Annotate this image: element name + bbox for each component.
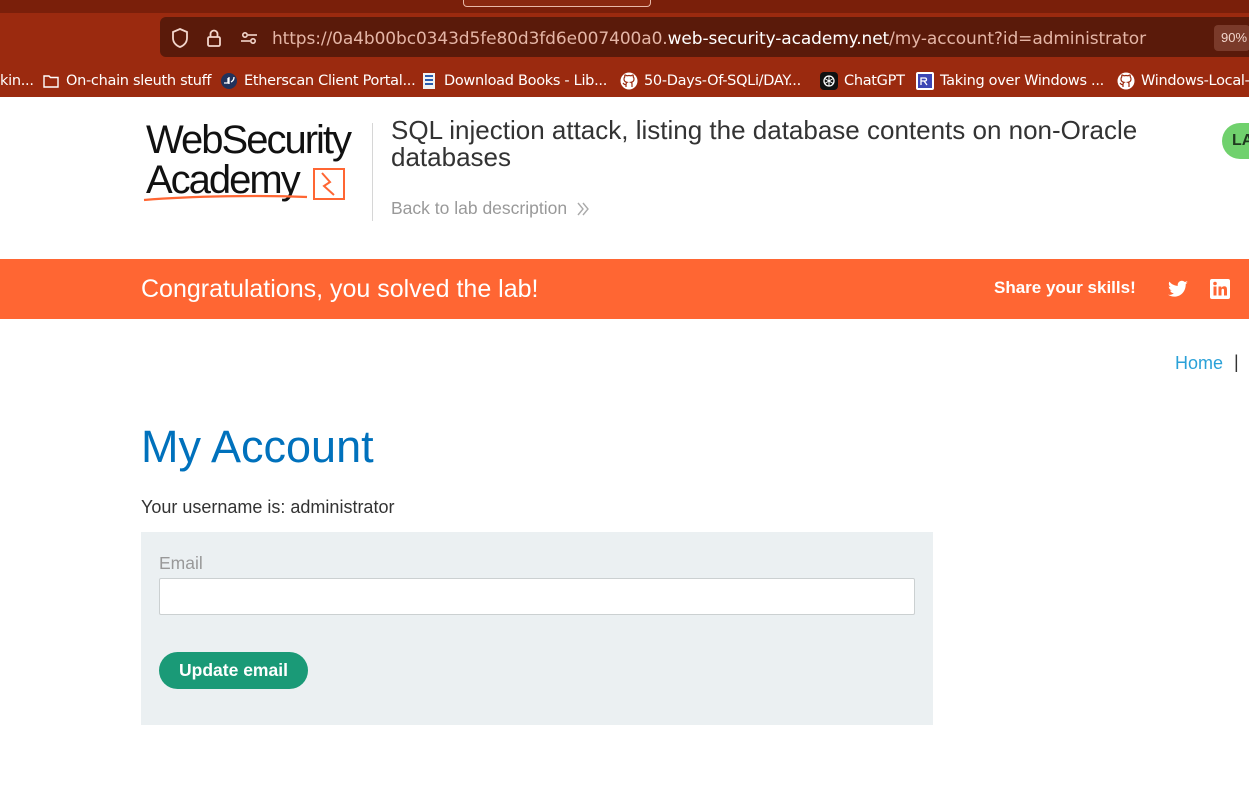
library-icon — [423, 73, 435, 89]
back-to-lab-link[interactable]: Back to lab description — [391, 198, 590, 219]
url-prefix: https://0a4b00bc0343d5fe80d3fd6e007400a0… — [272, 29, 668, 49]
solved-message: Congratulations, you solved the lab! — [141, 275, 539, 303]
email-label: Email — [159, 553, 203, 573]
share-label: Share your skills! — [994, 278, 1136, 297]
address-bar[interactable]: https://0a4b00bc0343d5fe80d3fd6e007400a0… — [160, 17, 1249, 57]
header-divider — [372, 123, 373, 221]
browser-toolbar: https://0a4b00bc0343d5fe80d3fd6e007400a0… — [0, 13, 1249, 65]
bookmark-item[interactable]: kin... — [0, 71, 34, 91]
twitter-icon[interactable] — [1166, 277, 1190, 301]
double-chevron-right-icon — [577, 202, 589, 215]
active-tab[interactable] — [463, 0, 651, 7]
nav-home-link[interactable]: Home — [1175, 353, 1223, 374]
bookmark-item[interactable]: Download Books - Lib... — [420, 71, 607, 91]
back-link-label: Back to lab description — [391, 198, 568, 218]
username-text: Your username is: administrator — [141, 497, 395, 517]
github-icon — [1117, 72, 1135, 90]
bookmark-item[interactable]: Etherscan Client Portal... — [220, 71, 416, 91]
bookmark-item[interactable]: Taking over Windows ... — [916, 71, 1104, 91]
etherscan-icon — [221, 73, 237, 89]
permissions-icon[interactable] — [238, 27, 260, 49]
update-email-form: Email Update email — [141, 532, 933, 725]
site-icon — [916, 72, 934, 90]
browser-tabstrip — [0, 0, 1249, 13]
update-email-button[interactable]: Update email — [159, 652, 308, 689]
bookmark-item[interactable]: Windows-Local- — [1117, 71, 1249, 91]
bookmark-item[interactable]: ChatGPT — [820, 71, 905, 91]
zoom-level[interactable]: 90% — [1214, 25, 1249, 51]
page-title: My Account — [141, 421, 374, 472]
bookmark-label: Taking over Windows ... — [940, 73, 1104, 89]
url-text[interactable]: https://0a4b00bc0343d5fe80d3fd6e007400a0… — [272, 29, 1146, 49]
lab-header: WebSecurity Academy SQL injection attack… — [0, 97, 1249, 259]
bookmark-label: On-chain sleuth stuff — [66, 73, 212, 89]
nav-separator: | — [1234, 352, 1239, 372]
logo-line1: WebSecurity — [146, 118, 352, 162]
url-path: /my-account?id=administrator — [889, 29, 1146, 49]
url-host: web-security-academy.net — [667, 29, 890, 49]
bookmark-label: ChatGPT — [844, 73, 905, 89]
lab-title: SQL injection attack, listing the databa… — [391, 115, 1138, 172]
bookmark-label: kin... — [0, 73, 34, 89]
bookmarks-bar: kin... On-chain sleuth stuff Etherscan C… — [0, 65, 1249, 97]
bookmark-label: Download Books - Lib... — [444, 73, 608, 89]
linkedin-icon[interactable] — [1208, 277, 1232, 301]
email-field[interactable] — [159, 578, 915, 615]
bookmark-label: Etherscan Client Portal... — [244, 73, 416, 89]
lock-icon[interactable] — [203, 27, 225, 49]
logo-mark-icon — [143, 168, 345, 202]
chatgpt-icon — [820, 72, 838, 90]
bookmark-label: Windows-Local- — [1141, 73, 1249, 89]
folder-icon — [43, 75, 59, 88]
solved-banner: Congratulations, you solved the lab! Sha… — [0, 259, 1249, 319]
lab-status-badge: LA — [1222, 123, 1249, 159]
academy-logo[interactable]: WebSecurity Academy — [142, 119, 372, 209]
bookmark-item[interactable]: On-chain sleuth stuff — [42, 71, 212, 91]
shield-icon[interactable] — [169, 27, 191, 49]
github-icon — [620, 72, 638, 90]
bookmark-item[interactable]: 50-Days-Of-SQLi/DAY... — [620, 71, 801, 91]
bookmark-label: 50-Days-Of-SQLi/DAY... — [644, 73, 801, 89]
